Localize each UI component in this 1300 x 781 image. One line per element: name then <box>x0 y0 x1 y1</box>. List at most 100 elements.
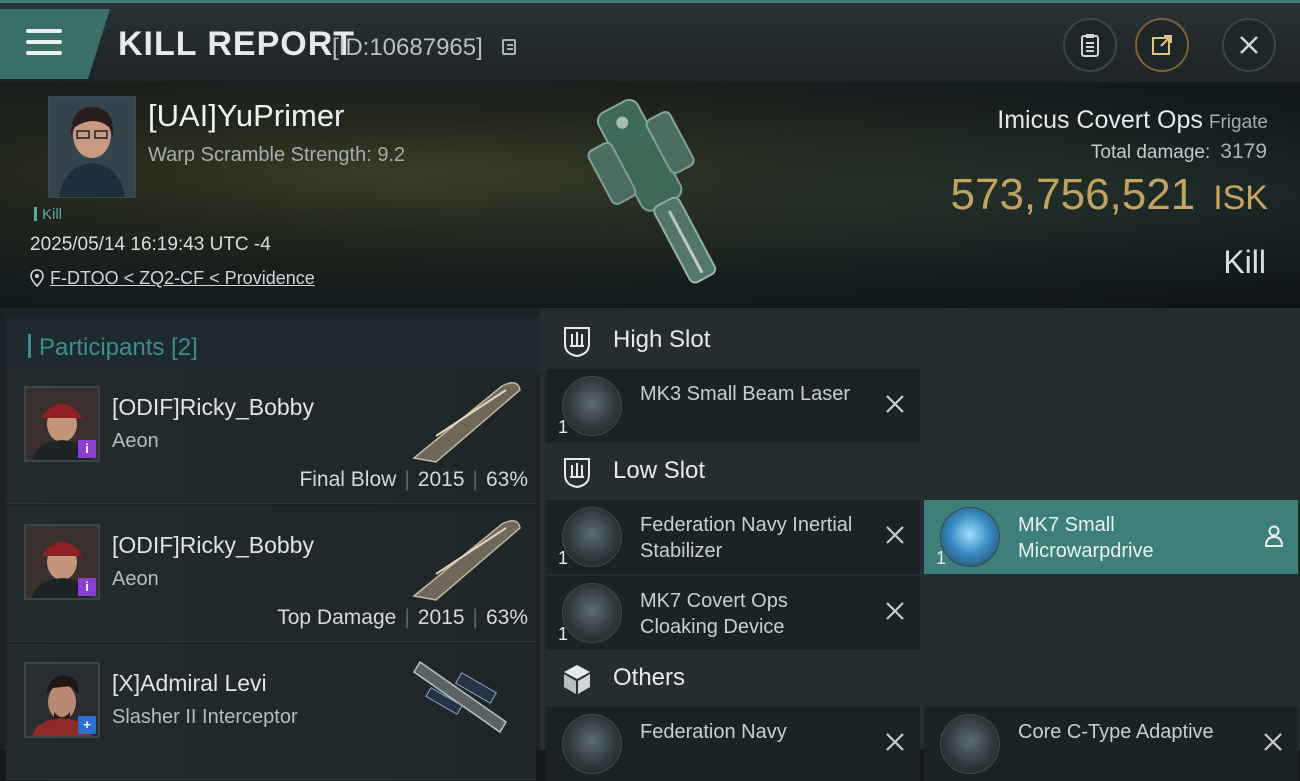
isk-amount: 573,756,521 <box>950 170 1196 219</box>
cloaking-device-icon <box>562 583 622 643</box>
share-button[interactable] <box>1135 18 1189 72</box>
others-label: Others <box>613 664 686 691</box>
participant-ship-image <box>412 660 508 734</box>
victim-portrait[interactable] <box>48 96 136 198</box>
participant-role: Final Blow <box>299 468 397 491</box>
total-damage: Total damage: 3179 <box>1091 140 1267 164</box>
kill-tag: Kill <box>34 206 62 223</box>
stat-separator: | <box>472 468 478 491</box>
total-damage-value: 3179 <box>1220 140 1267 163</box>
menu-icon-bar <box>26 51 62 55</box>
destroyed-x-icon <box>886 395 904 413</box>
participant-name[interactable]: [ODIF]Ricky_Bobby <box>112 394 314 421</box>
kill-location[interactable]: F-DTOO < ZQ2-CF < Providence <box>30 268 315 289</box>
participant-row[interactable]: + [X]Admiral Levi Slasher II Interceptor <box>6 644 536 780</box>
participant-stats: Top Damage | 2015 | 63% <box>277 606 528 630</box>
stat-separator: | <box>404 606 410 629</box>
clipboard-icon <box>1081 34 1099 57</box>
fitting-panel: High Slot 1 MK3 Small Beam Laser Low Slo… <box>540 308 1300 781</box>
menu-icon-bar <box>26 40 62 44</box>
participant-damage: 2015 <box>417 468 465 491</box>
inertial-stabilizer-icon <box>562 507 622 567</box>
participant-badge: i <box>78 578 96 596</box>
warp-scramble-strength: Warp Scramble Strength: 9.2 <box>148 144 406 166</box>
participants-panel: Participants [2] i [ODIF]Ricky_Bobby Aeo… <box>0 308 540 780</box>
module-quantity: 1 <box>558 417 569 437</box>
location-pin-icon <box>30 269 44 287</box>
participant-stats: Final Blow | 2015 | 63% <box>299 468 528 492</box>
low-slot-header: Low Slot <box>546 447 1296 497</box>
isk-unit: ISK <box>1213 179 1268 217</box>
destroyed-x-icon <box>886 733 904 751</box>
isk-value: 573,756,521 ISK <box>951 170 1269 220</box>
participant-ship: Aeon <box>112 568 159 590</box>
participant-avatar[interactable]: i <box>24 524 100 600</box>
destroyed-x-icon <box>1264 733 1282 751</box>
high-slot-header: High Slot <box>546 316 1296 366</box>
module-card[interactable]: Core C-Type Adaptive <box>924 707 1298 781</box>
location-link[interactable]: F-DTOO < ZQ2-CF < Providence <box>50 268 315 288</box>
participants-header: Participants [2] <box>6 316 540 374</box>
module-name: Core C-Type Adaptive <box>1018 721 1214 743</box>
copy-id-icon[interactable] <box>502 39 516 55</box>
victim-ship-image <box>587 98 717 284</box>
participant-avatar[interactable]: + <box>24 662 100 738</box>
module-card[interactable]: 1 Federation Navy Inertial Stabilizer <box>546 500 920 574</box>
share-icon <box>1152 35 1172 55</box>
module-card[interactable]: 1 MK3 Small Beam Laser <box>546 369 920 443</box>
participant-percent: 63% <box>485 468 528 491</box>
victim-ship[interactable]: Imicus Covert Ops Frigate <box>997 106 1268 135</box>
close-button[interactable] <box>1222 18 1276 72</box>
victim-ship-name: Imicus Covert Ops <box>997 106 1203 134</box>
title-bar: KILL REPORT [ID:10687965] <box>0 0 1300 82</box>
module-quantity: 1 <box>936 548 947 568</box>
participant-name[interactable]: [X]Admiral Levi <box>112 670 267 697</box>
participant-ship: Slasher II Interceptor <box>112 706 298 728</box>
kill-datetime: 2025/05/14 16:19:43 UTC -4 <box>30 234 271 255</box>
victim-ship-class: Frigate <box>1208 112 1268 133</box>
participant-name[interactable]: [ODIF]Ricky_Bobby <box>112 532 314 559</box>
module-quantity: 1 <box>558 624 569 644</box>
kill-result: Kill <box>1223 244 1266 280</box>
microwarpdrive-icon <box>940 507 1000 567</box>
beam-laser-icon <box>562 376 622 436</box>
module-icon <box>562 714 622 774</box>
victim-pilot-name[interactable]: [UAI]YuPrimer <box>148 98 344 134</box>
participant-row[interactable]: i [ODIF]Ricky_Bobby Aeon Top Damage | 2015… <box>6 506 536 642</box>
participant-ship: Aeon <box>112 430 159 452</box>
dropped-person-icon <box>1264 525 1284 547</box>
module-name: MK3 Small Beam Laser <box>640 383 851 405</box>
high-slot-label: High Slot <box>613 326 711 353</box>
module-name: MK7 Small Microwarpdrive <box>1018 514 1154 562</box>
menu-button[interactable] <box>0 9 110 79</box>
page-title: KILL REPORT <box>118 25 356 63</box>
others-header: Others <box>546 654 1296 704</box>
total-damage-label: Total damage: <box>1090 142 1211 163</box>
destroyed-x-icon <box>886 602 904 620</box>
participant-ship-image <box>412 382 521 463</box>
module-card[interactable]: 1 MK7 Small Microwarpdrive <box>924 500 1298 574</box>
module-quantity: 1 <box>558 548 569 568</box>
stat-separator: | <box>404 468 410 491</box>
module-name: Federation Navy <box>640 721 787 743</box>
destroyed-x-icon <box>886 526 904 544</box>
report-id: [ID:10687965] <box>332 34 483 61</box>
participant-damage: 2015 <box>417 606 465 629</box>
module-card[interactable]: Federation Navy <box>546 707 920 781</box>
participant-row[interactable]: i [ODIF]Ricky_Bobby Aeon Final Blow | 2015… <box>6 368 536 504</box>
participant-percent: 63% <box>485 606 528 629</box>
victim-header: [UAI]YuPrimer Warp Scramble Strength: 9.… <box>0 82 1300 308</box>
module-icon <box>940 714 1000 774</box>
participant-badge: + <box>78 716 96 734</box>
participant-role: Top Damage <box>277 606 397 629</box>
participant-avatar[interactable]: i <box>24 386 100 462</box>
module-name: Federation Navy Inertial Stabilizer <box>640 514 853 562</box>
others-box-icon <box>564 665 590 694</box>
module-card[interactable]: 1 MK7 Covert Ops Cloaking Device <box>546 576 920 650</box>
stat-separator: | <box>472 606 478 629</box>
high-slot-icon <box>564 327 590 358</box>
participant-badge: i <box>78 440 96 458</box>
low-slot-icon <box>564 458 590 489</box>
menu-icon <box>26 29 62 33</box>
clipboard-button[interactable] <box>1063 18 1117 72</box>
